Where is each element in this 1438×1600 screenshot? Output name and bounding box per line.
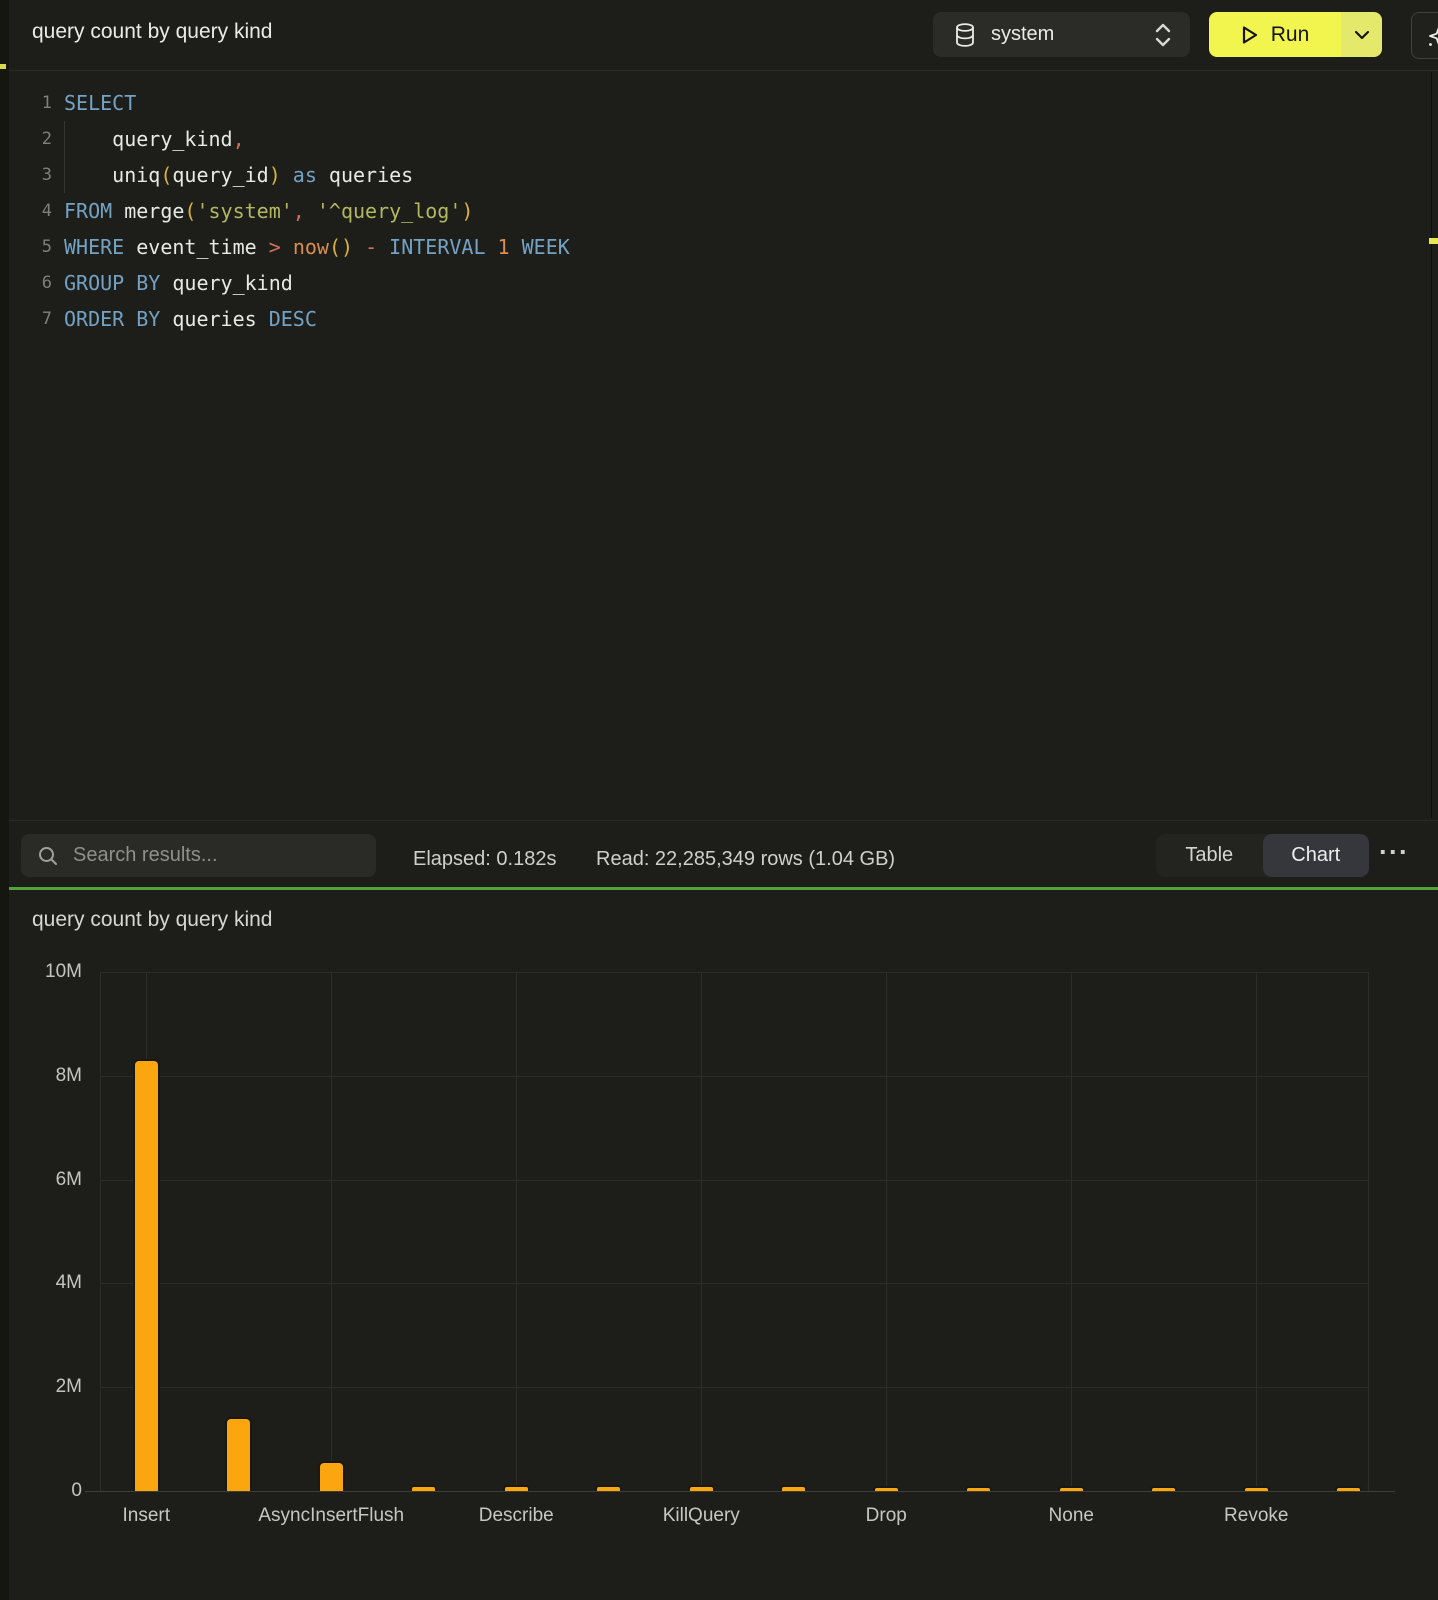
more-options-button[interactable]: ··· <box>1379 837 1409 868</box>
run-options-button[interactable] <box>1341 12 1382 57</box>
chart-bar[interactable] <box>225 1417 252 1491</box>
x-gridline <box>1071 972 1072 1491</box>
results-toolbar: Elapsed: 0.182s Read: 22,285,349 rows (1… <box>9 820 1438 888</box>
line-number: 1 <box>9 85 52 121</box>
y-axis-label: 0 <box>22 1480 82 1502</box>
y-axis-label: 2M <box>22 1376 82 1398</box>
chart-title: query count by query kind <box>32 908 272 932</box>
run-label: Run <box>1271 23 1310 47</box>
x-gridline <box>331 972 332 1491</box>
code-line: 6GROUP BY query_kind <box>9 265 1431 301</box>
chart-view-button[interactable]: Chart <box>1263 834 1370 877</box>
chevron-up-down-icon <box>1154 22 1172 48</box>
line-number: 2 <box>9 121 52 157</box>
y-axis-label: 8M <box>22 1065 82 1087</box>
x-gridline <box>701 972 702 1491</box>
code-line: 3 uniq(query_id) as queries <box>9 157 1431 193</box>
read-stats: Read: 22,285,349 rows (1.04 GB) <box>596 848 895 871</box>
code-line: 2 query_kind, <box>9 121 1431 157</box>
table-chart-toggle: Table Chart <box>1156 834 1369 877</box>
elapsed-time: Elapsed: 0.182s <box>413 848 556 871</box>
indent-guide <box>64 121 65 193</box>
y-gridline <box>100 1283 1368 1284</box>
query-title: query count by query kind <box>32 20 272 44</box>
sparkle-icon <box>1426 23 1438 49</box>
y-axis-label: 6M <box>22 1169 82 1191</box>
search-box[interactable] <box>21 834 376 877</box>
line-number: 7 <box>9 301 52 337</box>
x-gridline <box>516 972 517 1491</box>
sql-editor[interactable]: 1SELECT2 query_kind,3 uniq(query_id) as … <box>9 70 1431 835</box>
chart-bar[interactable] <box>133 1059 160 1491</box>
play-icon <box>1241 25 1259 45</box>
y-gridline <box>100 1076 1368 1077</box>
table-view-button[interactable]: Table <box>1156 834 1263 877</box>
code-line: 4FROM merge('system', '^query_log') <box>9 193 1431 229</box>
code-line: 7ORDER BY queries DESC <box>9 301 1431 337</box>
line-number: 5 <box>9 229 52 265</box>
y-gridline <box>100 1180 1368 1181</box>
window-edge-strip <box>0 0 9 1600</box>
x-gridline <box>1256 972 1257 1491</box>
chart-bar[interactable] <box>318 1461 345 1491</box>
search-icon <box>37 845 59 867</box>
overview-ruler-mark <box>1429 238 1438 244</box>
plot-border-line <box>100 972 101 1491</box>
search-results-input[interactable] <box>71 843 365 868</box>
y-axis-label: 4M <box>22 1272 82 1294</box>
ai-assistant-button[interactable] <box>1411 12 1438 59</box>
y-axis-label: 10M <box>22 961 82 983</box>
code-line: 5WHERE event_time > now() - INTERVAL 1 W… <box>9 229 1431 265</box>
line-number: 4 <box>9 193 52 229</box>
database-icon <box>955 23 975 47</box>
code-line: 1SELECT <box>9 85 1431 121</box>
x-axis-label: Revoke <box>1146 1505 1366 1527</box>
line-number: 3 <box>9 157 52 193</box>
line-number: 6 <box>9 265 52 301</box>
plot-border-line <box>1368 972 1369 1491</box>
y-gridline <box>100 1387 1368 1388</box>
run-button[interactable]: Run <box>1209 12 1341 57</box>
database-selector[interactable]: system <box>933 12 1190 57</box>
active-tab-tick <box>0 64 6 69</box>
x-axis-line <box>85 1491 1395 1492</box>
y-gridline <box>100 972 1368 973</box>
editor-scrollbar[interactable] <box>1431 72 1432 818</box>
x-gridline <box>886 972 887 1491</box>
header-bar: query count by query kind system Run <box>9 0 1438 71</box>
chevron-down-icon <box>1354 30 1370 40</box>
database-name: system <box>991 23 1054 46</box>
pane-divider[interactable] <box>9 887 1438 890</box>
